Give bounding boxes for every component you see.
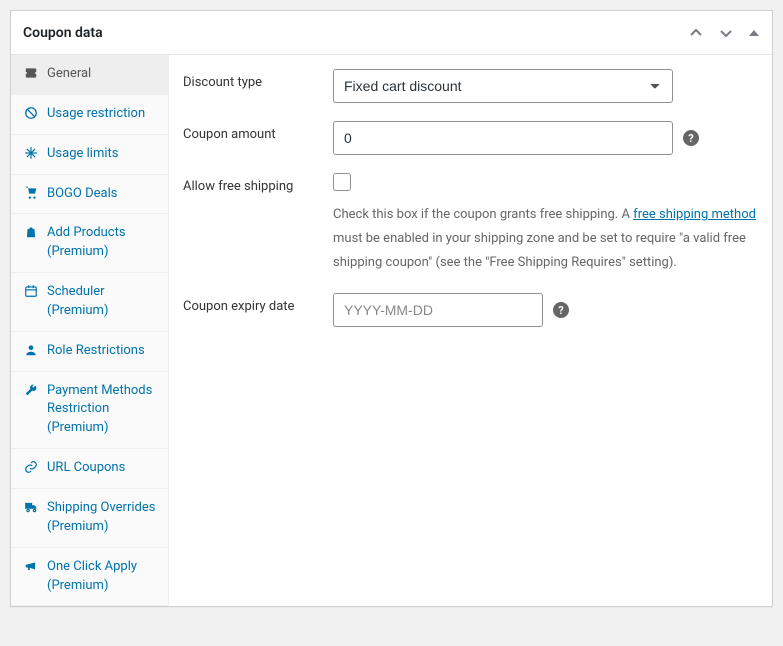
tab-item[interactable]: Shipping Overrides (Premium) — [11, 489, 168, 548]
panel-header-controls — [688, 25, 760, 41]
move-up-icon[interactable] — [688, 25, 704, 41]
tab-label: Usage restriction — [47, 105, 159, 124]
coupon-amount-input[interactable] — [333, 121, 673, 155]
bag-icon — [23, 225, 39, 239]
ban-icon — [23, 106, 39, 120]
ticket-icon — [23, 66, 39, 80]
free-shipping-method-link[interactable]: free shipping method — [633, 207, 756, 222]
tab-item[interactable]: Usage limits — [11, 135, 168, 175]
settings-content: Discount type Fixed cart discount Coupon… — [169, 55, 772, 606]
tab-item[interactable]: Payment Methods Restriction (Premium) — [11, 372, 168, 450]
tab-label: Shipping Overrides (Premium) — [47, 499, 159, 537]
megaphone-icon — [23, 559, 39, 573]
tab-label: BOGO Deals — [47, 185, 159, 204]
tab-label: Add Products (Premium) — [47, 224, 159, 262]
tab-label: Role Restrictions — [47, 342, 159, 361]
coupon-data-panel: Coupon data General Usage restriction Usag… — [10, 10, 773, 607]
tab-label: General — [47, 65, 159, 84]
free-shipping-desc-b: must be enabled in your shipping zone an… — [333, 231, 746, 270]
free-shipping-desc-a: Check this box if the coupon grants free… — [333, 207, 633, 222]
field-expiry-date: Coupon expiry date ? — [183, 293, 756, 327]
expand-icon — [23, 146, 39, 160]
tab-item[interactable]: Role Restrictions — [11, 332, 168, 372]
tab-item[interactable]: General — [11, 55, 168, 95]
tab-label: URL Coupons — [47, 459, 159, 478]
discount-type-label: Discount type — [183, 69, 333, 90]
tab-item[interactable]: Scheduler (Premium) — [11, 273, 168, 332]
free-shipping-checkbox[interactable] — [333, 173, 351, 191]
link-icon — [23, 460, 39, 474]
move-down-icon[interactable] — [718, 25, 734, 41]
tab-item[interactable]: Add Products (Premium) — [11, 214, 168, 273]
tab-item[interactable]: BOGO Deals — [11, 175, 168, 215]
field-coupon-amount: Coupon amount ? — [183, 121, 756, 155]
expiry-date-label: Coupon expiry date — [183, 293, 333, 314]
free-shipping-description: Check this box if the coupon grants free… — [333, 203, 756, 275]
panel-body: General Usage restriction Usage limits BOGO… — [11, 55, 772, 606]
tab-item[interactable]: Usage restriction — [11, 95, 168, 135]
field-discount-type: Discount type Fixed cart discount — [183, 69, 756, 103]
coupon-amount-label: Coupon amount — [183, 121, 333, 142]
help-icon[interactable]: ? — [683, 130, 699, 146]
calendar-icon — [23, 284, 39, 298]
tab-label: Usage limits — [47, 145, 159, 164]
help-icon[interactable]: ? — [553, 302, 569, 318]
discount-type-select[interactable]: Fixed cart discount — [333, 69, 673, 103]
user-icon — [23, 343, 39, 357]
expiry-date-input[interactable] — [333, 293, 543, 327]
toggle-panel-icon[interactable] — [748, 27, 760, 39]
tab-label: Payment Methods Restriction (Premium) — [47, 382, 159, 439]
tab-item[interactable]: One Click Apply (Premium) — [11, 548, 168, 607]
wrench-icon — [23, 383, 39, 397]
cart-icon — [23, 186, 39, 200]
settings-tabs: General Usage restriction Usage limits BOGO… — [11, 55, 169, 606]
panel-title: Coupon data — [23, 25, 103, 41]
field-free-shipping: Allow free shipping Check this box if th… — [183, 173, 756, 275]
tab-label: One Click Apply (Premium) — [47, 558, 159, 596]
tab-item[interactable]: URL Coupons — [11, 449, 168, 489]
tab-label: Scheduler (Premium) — [47, 283, 159, 321]
free-shipping-label: Allow free shipping — [183, 173, 333, 194]
panel-header: Coupon data — [11, 11, 772, 55]
truck-icon — [23, 500, 39, 514]
